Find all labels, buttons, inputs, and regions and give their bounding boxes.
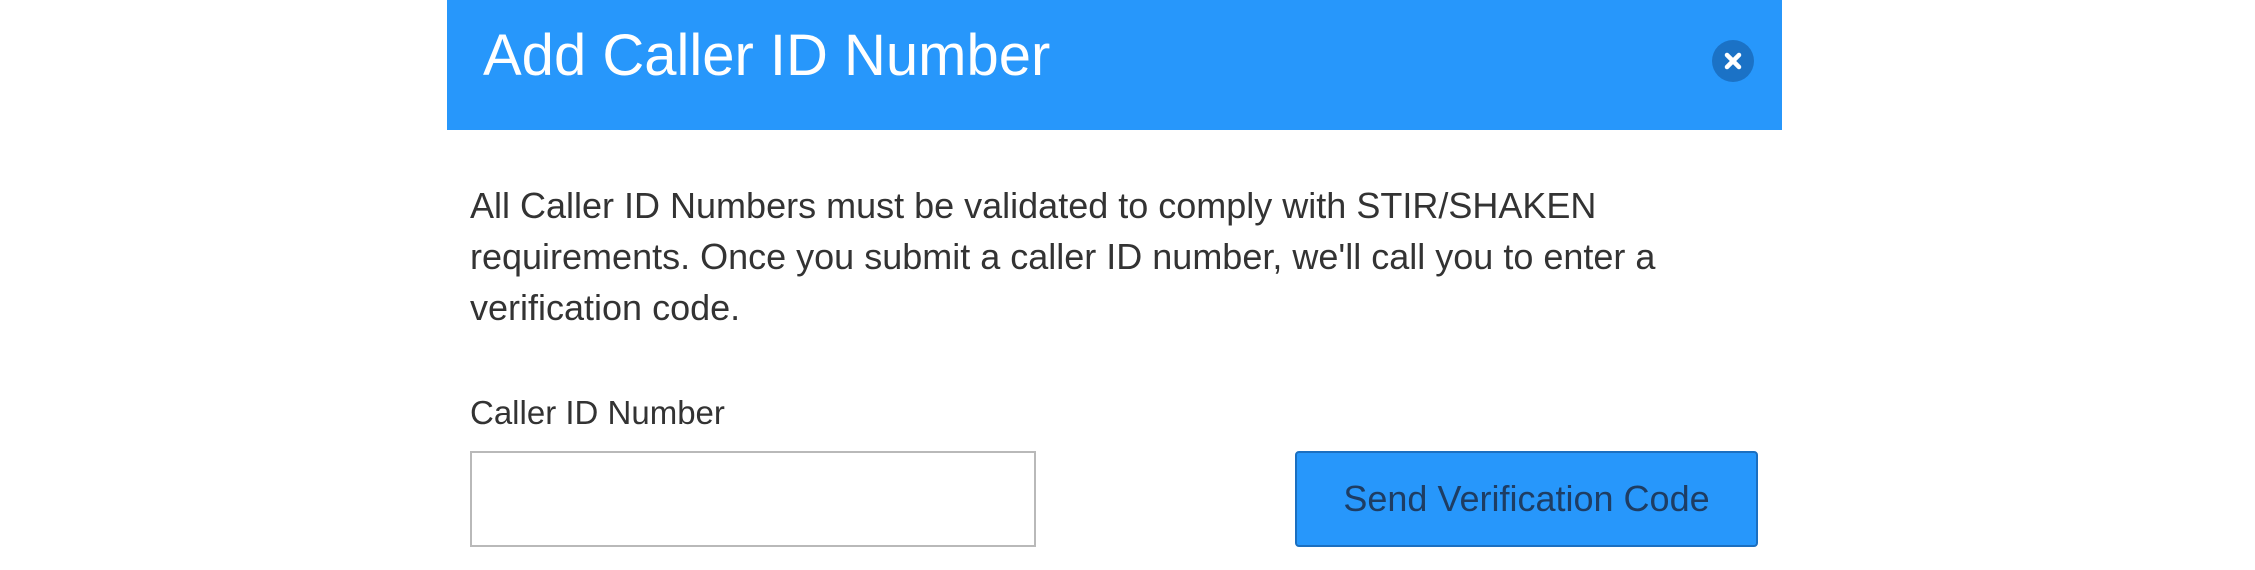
modal-header: Add Caller ID Number (447, 0, 1782, 130)
add-caller-id-modal: Add Caller ID Number All Caller ID Numbe… (447, 0, 1782, 570)
close-button[interactable] (1712, 40, 1754, 82)
caller-id-number-input[interactable] (470, 451, 1036, 547)
modal-description: All Caller ID Numbers must be validated … (470, 185, 1656, 328)
close-icon (1724, 52, 1742, 70)
send-verification-code-button[interactable]: Send Verification Code (1295, 451, 1758, 547)
modal-title: Add Caller ID Number (483, 23, 1051, 88)
caller-id-number-label: Caller ID Number (470, 394, 725, 431)
